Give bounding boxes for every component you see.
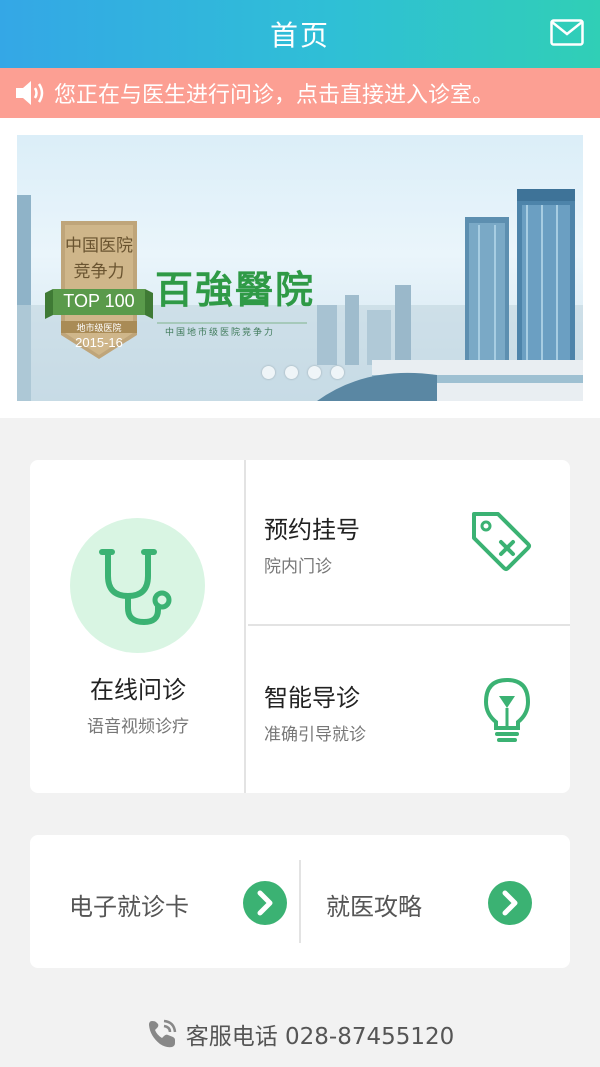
carousel-dot[interactable] (262, 366, 275, 379)
stethoscope-icon (99, 549, 172, 626)
online-consultation-subtitle: 语音视频诊疗 (87, 717, 189, 737)
lightbulb-icon (483, 677, 531, 742)
quick-links: 电子就诊卡 就医攻略 (30, 835, 570, 968)
smart-guide-subtitle: 准确引导就诊 (264, 725, 366, 745)
appointment-title: 预约挂号 (264, 516, 360, 544)
banner-carousel[interactable]: 中国医院 竞争力 TOP 100 地市级医院 2015-16 百強醫院 中国地市… (17, 135, 583, 401)
badge-line1: 中国医院 (65, 236, 133, 256)
medical-guide-label: 就医攻略 (326, 893, 422, 921)
badge-small: 地市级医院 (76, 324, 122, 334)
top-bar: 首页 (0, 0, 600, 68)
carousel-dot[interactable] (308, 366, 321, 379)
appointment-subtitle: 院内门诊 (264, 557, 332, 577)
consultation-notice-bar[interactable]: 您正在与医生进行问诊，点击直接进入诊室。 (0, 68, 600, 118)
tag-icon (472, 512, 531, 571)
badge-year: 2015-16 (75, 335, 123, 350)
mail-icon[interactable] (550, 19, 584, 46)
appointment-card[interactable]: 预约挂号 院内门诊 (248, 460, 570, 626)
carousel-dot[interactable] (285, 366, 298, 379)
e-card-link[interactable]: 电子就诊卡 (30, 835, 299, 968)
chevron-right-icon (243, 881, 287, 925)
carousel-dot[interactable] (331, 366, 344, 379)
badge-rank: TOP 100 (63, 291, 135, 311)
smart-guide-title: 智能导诊 (264, 684, 360, 712)
smart-guide-card[interactable]: 智能导诊 准确引导就诊 (248, 628, 570, 793)
customer-service-footer[interactable]: 客服电话 028-87455120 (0, 1014, 600, 1054)
speaker-icon (16, 81, 44, 105)
chevron-right-icon (488, 881, 532, 925)
medical-guide-link[interactable]: 就医攻略 (301, 835, 570, 968)
carousel-indicator (262, 366, 344, 379)
page-title: 首页 (269, 19, 330, 52)
banner-headline: 百強醫院 (155, 267, 316, 312)
banner-subline: 中国地市级医院竞争力 (165, 328, 276, 338)
notice-text: 您正在与医生进行问诊，点击直接进入诊室。 (54, 83, 495, 108)
e-card-label: 电子就诊卡 (69, 893, 189, 921)
phone-icon (148, 1019, 176, 1048)
badge-line2: 竞争力 (73, 262, 125, 282)
customer-service-phone: 客服电话 028-87455120 (185, 1024, 455, 1050)
banner-section: 中国医院 竞争力 TOP 100 地市级医院 2015-16 百強醫院 中国地市… (0, 118, 600, 418)
online-consultation-title: 在线问诊 (90, 676, 186, 704)
online-consultation-icon-bg (70, 518, 205, 653)
online-consultation-card[interactable]: 在线问诊 语音视频诊疗 (30, 460, 246, 793)
service-grid: 在线问诊 语音视频诊疗 预约挂号 院内门诊 智能导诊 准确引导就诊 (30, 460, 570, 793)
